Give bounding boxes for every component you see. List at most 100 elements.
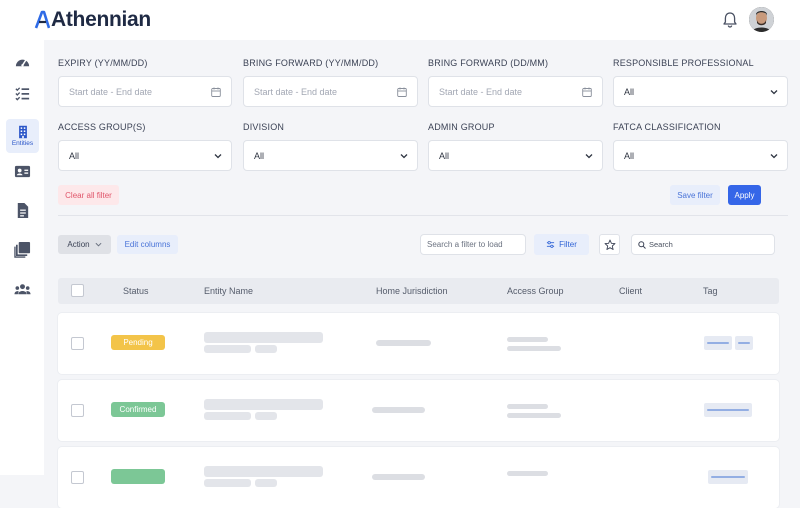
division-label: DIVISION <box>243 122 285 132</box>
table-row[interactable] <box>58 447 779 508</box>
save-filter-button[interactable]: Save filter <box>670 185 720 205</box>
calendar-icon <box>211 87 221 97</box>
entity-name-skeleton <box>204 345 251 353</box>
filter-button[interactable]: Filter <box>534 234 589 255</box>
contact-card-icon <box>14 165 31 177</box>
fatca-classification-label: FATCA CLASSIFICATION <box>613 122 721 132</box>
responsible-professional-label: RESPONSIBLE PROFESSIONAL <box>613 58 754 68</box>
action-button-label: Action <box>67 240 90 249</box>
chevron-down-icon <box>400 154 408 159</box>
entity-name-skeleton <box>204 466 323 477</box>
entity-name-skeleton <box>204 399 323 410</box>
access-group-skeleton <box>507 337 548 342</box>
speedometer-icon <box>15 59 30 67</box>
tag-skeleton <box>704 336 732 350</box>
column-header-access-group[interactable]: Access Group <box>507 286 564 296</box>
access-groups-value: All <box>69 150 80 161</box>
chevron-down-icon <box>770 154 778 159</box>
jurisdiction-skeleton <box>376 340 431 346</box>
filter-button-label: Filter <box>559 240 577 249</box>
admin-group-select[interactable]: All <box>428 140 603 171</box>
athennian-logo-icon <box>34 10 50 29</box>
admin-group-value: All <box>439 150 450 161</box>
division-value: All <box>254 150 265 161</box>
sidebar-item-entities[interactable]: Entities <box>6 119 39 153</box>
divider <box>58 215 788 216</box>
select-all-checkbox[interactable] <box>71 284 84 297</box>
entity-name-skeleton <box>255 412 277 420</box>
building-icon <box>18 125 27 139</box>
search-input[interactable]: Search <box>631 234 775 255</box>
chevron-down-icon <box>95 242 102 247</box>
access-group-skeleton <box>507 471 548 476</box>
bring-forward-ymd-input[interactable]: Start date - End date <box>243 76 418 107</box>
tag-skeleton <box>704 403 752 417</box>
entity-name-skeleton <box>204 332 323 343</box>
jurisdiction-skeleton <box>372 407 425 413</box>
favorite-filter-button[interactable] <box>599 234 620 255</box>
clear-all-filter-button[interactable]: Clear all filter <box>58 185 119 205</box>
sidebar-item-label: Entities <box>11 140 34 147</box>
sidebar-item-dashboard[interactable] <box>6 47 39 77</box>
users-group-icon <box>14 283 31 294</box>
sidebar-item-people[interactable] <box>6 274 39 304</box>
table-row[interactable]: Confirmed <box>58 380 779 441</box>
column-header-entity-name[interactable]: Entity Name <box>204 286 253 296</box>
table-row[interactable]: Pending <box>58 313 779 374</box>
star-icon <box>604 239 615 250</box>
responsible-professional-select[interactable]: All <box>613 76 788 107</box>
tag-skeleton <box>708 470 748 484</box>
column-header-status[interactable]: Status <box>123 286 149 296</box>
top-bar: Athennian <box>0 0 800 40</box>
stacked-pages-icon <box>14 241 31 258</box>
entity-name-skeleton <box>204 412 251 420</box>
status-badge <box>111 469 165 484</box>
sidebar-item-collections[interactable] <box>6 234 39 264</box>
row-checkbox[interactable] <box>71 471 84 484</box>
bring-forward-dm-label: BRING FORWARD (DD/MM) <box>428 58 549 68</box>
search-placeholder: Search <box>649 240 673 249</box>
column-header-client[interactable]: Client <box>619 286 642 296</box>
bring-forward-dm-placeholder: Start date - End date <box>439 86 523 97</box>
user-avatar[interactable] <box>749 7 774 32</box>
load-filter-placeholder: Search a filter to load <box>427 240 503 249</box>
filter-sliders-icon <box>547 241 555 248</box>
calendar-icon <box>582 87 592 97</box>
sidebar-item-documents[interactable] <box>6 195 39 225</box>
bring-forward-dm-input[interactable]: Start date - End date <box>428 76 603 107</box>
access-groups-label: ACCESS GROUP(S) <box>58 122 146 132</box>
chevron-down-icon <box>214 154 222 159</box>
column-header-home-jurisdiction[interactable]: Home Jurisdiction <box>376 286 448 296</box>
edit-columns-button[interactable]: Edit columns <box>117 235 178 254</box>
admin-group-label: ADMIN GROUP <box>428 122 495 132</box>
row-checkbox[interactable] <box>71 337 84 350</box>
sidebar-item-contacts[interactable] <box>6 156 39 186</box>
status-badge: Pending <box>111 335 165 350</box>
expiry-filter-label: EXPIRY (YY/MM/DD) <box>58 58 148 68</box>
column-header-tag[interactable]: Tag <box>703 286 718 296</box>
row-checkbox[interactable] <box>71 404 84 417</box>
bring-forward-ymd-label: BRING FORWARD (YY/MM/DD) <box>243 58 379 68</box>
search-icon <box>638 241 646 249</box>
tag-skeleton <box>735 336 753 350</box>
user-avatar-icon <box>749 7 774 32</box>
access-group-skeleton <box>507 413 561 418</box>
division-select[interactable]: All <box>243 140 418 171</box>
fatca-classification-select[interactable]: All <box>613 140 788 171</box>
expiry-date-range-input[interactable]: Start date - End date <box>58 76 232 107</box>
calendar-icon <box>397 87 407 97</box>
apply-button[interactable]: Apply <box>728 185 761 205</box>
access-group-skeleton <box>507 346 561 351</box>
access-groups-select[interactable]: All <box>58 140 232 171</box>
main-content: EXPIRY (YY/MM/DD) Start date - End date … <box>44 40 800 508</box>
access-group-skeleton <box>507 404 548 409</box>
chevron-down-icon <box>585 154 593 159</box>
notification-bell-icon[interactable] <box>721 11 739 29</box>
sidebar-item-tasks[interactable] <box>6 78 39 108</box>
action-dropdown-button[interactable]: Action <box>58 235 111 254</box>
entity-name-skeleton <box>255 345 277 353</box>
load-filter-search-input[interactable]: Search a filter to load <box>420 234 526 255</box>
bring-forward-ymd-placeholder: Start date - End date <box>254 86 338 97</box>
expiry-date-placeholder: Start date - End date <box>69 86 153 97</box>
app-logo[interactable]: Athennian <box>34 8 151 32</box>
